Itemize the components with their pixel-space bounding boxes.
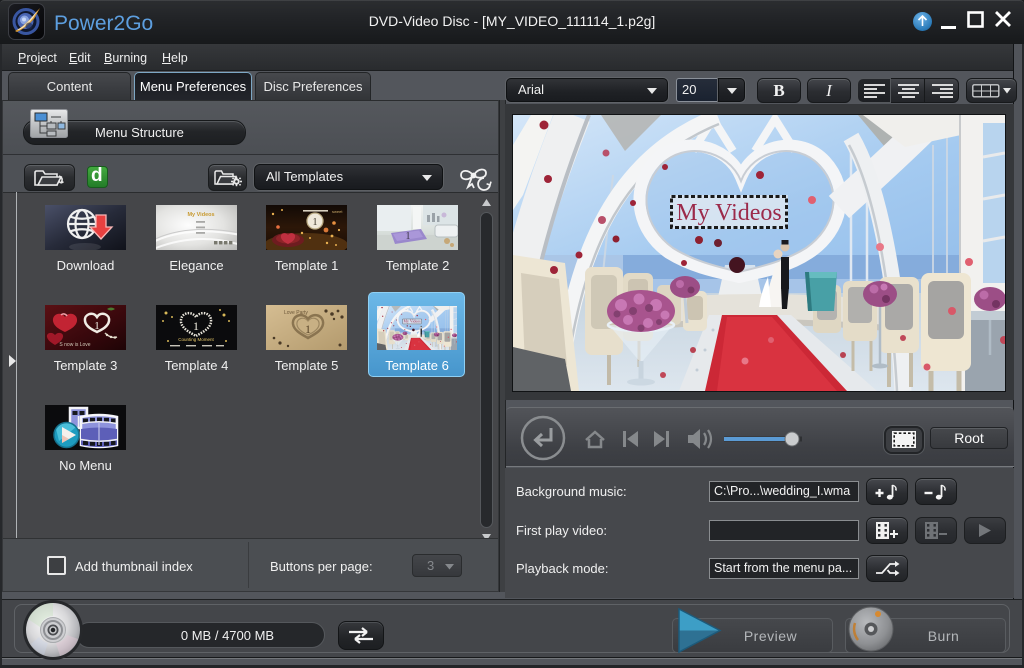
svg-text:1: 1 xyxy=(313,217,318,228)
svg-text:S now is Love: S now is Love xyxy=(59,342,90,348)
svg-text:1: 1 xyxy=(305,322,311,336)
svg-text:1: 1 xyxy=(193,319,199,333)
svg-text:sweet: sweet xyxy=(332,209,343,214)
svg-text:My Videos: My Videos xyxy=(187,212,214,218)
svg-text:Counting Moment: Counting Moment xyxy=(178,337,214,342)
svg-text:1: 1 xyxy=(94,320,100,332)
svg-text:Love Party: Love Party xyxy=(284,310,308,316)
svg-text:1: 1 xyxy=(406,231,411,242)
